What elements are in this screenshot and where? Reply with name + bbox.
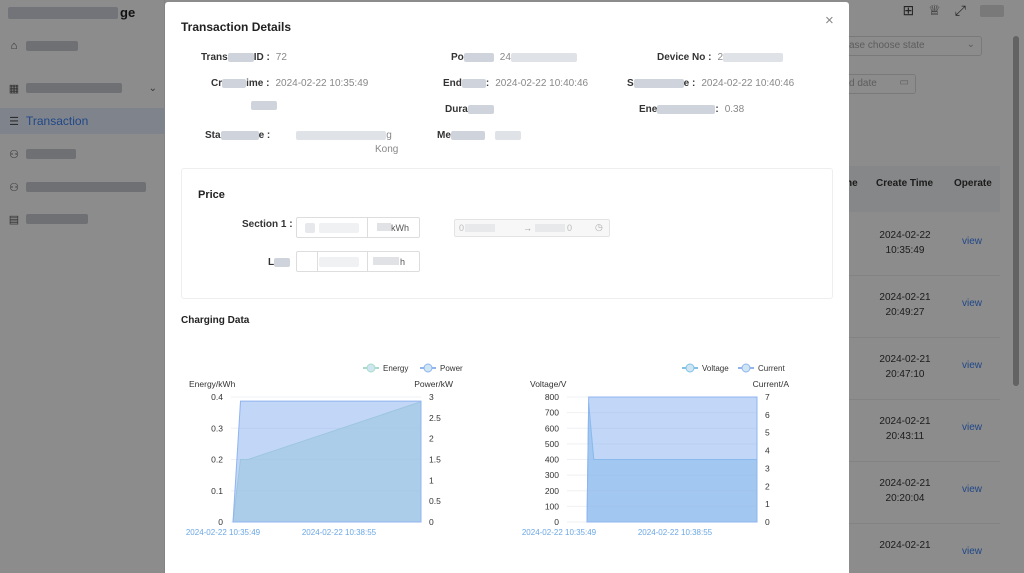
y-tick-left: 400	[545, 455, 559, 465]
x-tick: 2024-02-22 10:38:55	[638, 528, 713, 537]
y-tick-left: 0.4	[211, 392, 223, 402]
y-axis-right-label: Current/A	[753, 379, 790, 389]
field-energy-usage: Ene:0.38	[639, 104, 745, 115]
price-input-1[interactable]: kWh	[296, 217, 420, 238]
legend-marker	[741, 363, 751, 373]
y-tick-left: 300	[545, 470, 559, 480]
time-range-picker[interactable]: 0 → 0 ◷	[454, 219, 610, 237]
legend-marker	[685, 363, 695, 373]
y-tick-left: 800	[545, 392, 559, 402]
y-tick-left: 500	[545, 439, 559, 449]
y-tick-right: 5	[765, 428, 770, 438]
legend-marker	[423, 363, 433, 373]
y-tick-right: 2.5	[429, 413, 441, 423]
field-third-time: Se :2024-02-22 10:40:46	[627, 78, 795, 89]
field-port: Po 24	[451, 52, 577, 63]
voltage-current-chart: Voltage CurrentVoltage/V Current/A80070060…	[522, 363, 790, 537]
y-tick-right: 2	[429, 434, 434, 444]
y-axis-left-label: Energy/kWh	[189, 379, 236, 389]
section-1-label: Section 1 :	[242, 219, 293, 230]
y-tick-right: 7	[765, 392, 770, 402]
legend-label: Current	[758, 364, 785, 373]
transaction-details-modal: Transaction Details × Trans ID :72 Po 24 D…	[165, 2, 849, 573]
y-tick-right: 1	[429, 475, 434, 485]
y-tick-right: 0	[429, 517, 434, 527]
field-create-time: Cr ime :2024-02-22 10:35:49	[211, 78, 369, 89]
y-tick-right: 1.5	[429, 455, 441, 465]
y-tick-left: 0	[218, 517, 223, 527]
y-tick-right: 3	[765, 463, 770, 473]
field-device-no: Device No :2	[657, 52, 784, 63]
field-blurred-row3	[251, 100, 277, 111]
y-tick-right: 2	[765, 481, 770, 491]
clock-icon: ◷	[595, 222, 603, 232]
field-transaction-id: Trans ID :72	[201, 52, 287, 63]
y-tick-right: 0	[765, 517, 770, 527]
y-tick-left: 100	[545, 501, 559, 511]
y-tick-left: 700	[545, 408, 559, 418]
series-area-current	[586, 396, 758, 523]
y-tick-left: 200	[545, 486, 559, 496]
y-tick-right: 3	[429, 392, 434, 402]
y-tick-left: 600	[545, 423, 559, 433]
x-tick: 2024-02-22 10:35:49	[522, 528, 597, 537]
blurred-label: L	[268, 257, 291, 268]
close-icon[interactable]: ×	[825, 12, 834, 29]
legend-label: Power	[440, 364, 463, 373]
y-tick-right: 4	[765, 446, 770, 456]
legend-label: Energy	[383, 364, 408, 373]
series-area-power	[232, 400, 422, 523]
x-tick: 2024-02-22 10:38:55	[302, 528, 377, 537]
y-tick-left: 0.1	[211, 486, 223, 496]
y-tick-right: 1	[765, 499, 770, 509]
legend-marker	[366, 363, 376, 373]
legend-label: Voltage	[702, 364, 729, 373]
y-tick-left: 0.2	[211, 455, 223, 465]
charging-data-title: Charging Data	[181, 315, 250, 326]
field-method: Me	[437, 130, 521, 141]
x-tick: 2024-02-22 10:35:49	[186, 528, 261, 537]
y-axis-left-label: Voltage/V	[530, 379, 567, 389]
field-end-time: End:2024-02-22 10:40:46	[443, 78, 589, 89]
field-station-name: Sta e :g Kong	[205, 130, 399, 155]
modal-title: Transaction Details	[181, 20, 292, 34]
y-tick-right: 6	[765, 410, 770, 420]
y-tick-left: 0.3	[211, 423, 223, 433]
y-axis-right-label: Power/kW	[414, 379, 453, 389]
price-panel: Price Section 1 : kWh 0 → 0 ◷ L h	[181, 168, 833, 299]
field-duration: Dura	[445, 104, 494, 115]
energy-power-chart: Energy Power Energy/kWh Power/kW 0.4 0.3 0.2 0.…	[186, 363, 463, 537]
y-tick-right: 0.5	[429, 496, 441, 506]
y-tick-left: 0	[554, 517, 559, 527]
price-title: Price	[198, 189, 225, 201]
price-input-2[interactable]: h	[296, 251, 420, 272]
